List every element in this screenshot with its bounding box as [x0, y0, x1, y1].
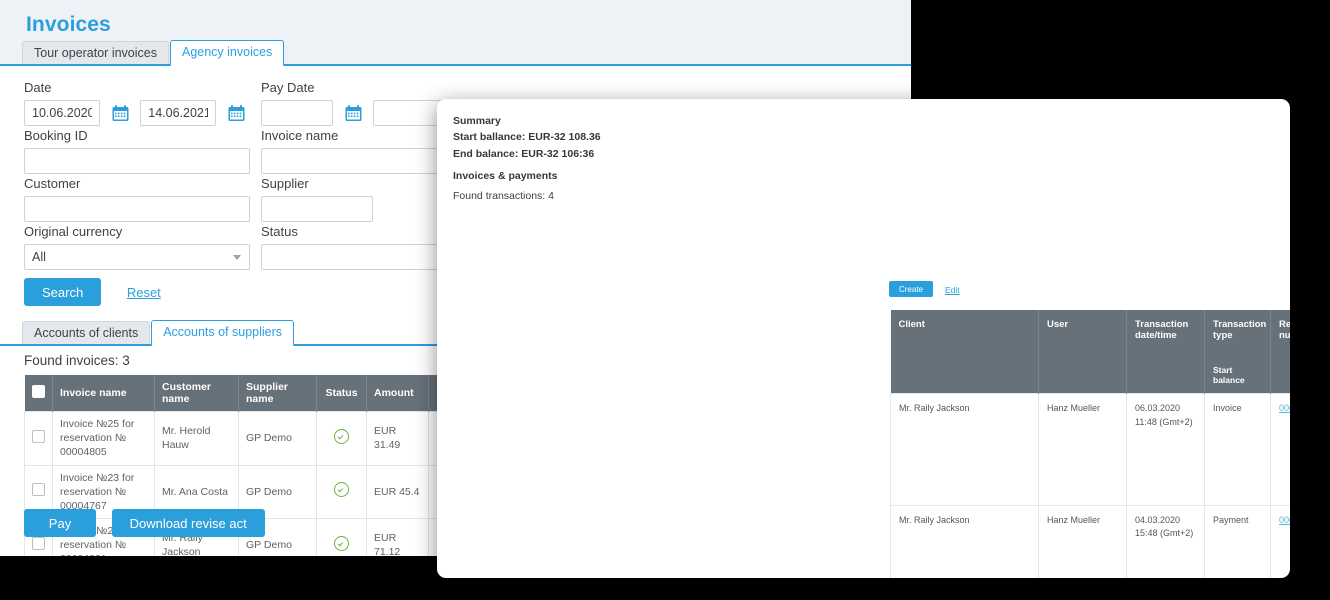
found-transactions-count: Found transactions: 4 [453, 190, 554, 203]
reset-link[interactable]: Reset [127, 285, 161, 300]
row-checkbox[interactable] [32, 483, 45, 497]
reservation-number-link[interactable]: 00004767 [1279, 515, 1290, 525]
customer-label: Customer [24, 176, 81, 191]
edit-link[interactable]: Edit [945, 285, 960, 295]
transaction-row[interactable]: Mr. Raily Jackson Hanz Mueller 04.03.2020 … [890, 504, 1290, 578]
col-subvalue: Start balance [1213, 365, 1245, 385]
status-ok-icon [334, 535, 349, 551]
row-checkbox[interactable] [32, 429, 45, 443]
cell-amount: EUR 31.49 [366, 411, 429, 466]
customer-input[interactable] [24, 196, 250, 222]
invoices-payments-title: Invoices & payments [453, 169, 558, 182]
booking-id-label: Booking ID [24, 128, 88, 143]
status-ok-icon [334, 482, 349, 498]
reservation-number-link[interactable]: 00004805 [1279, 403, 1290, 413]
chevron-down-icon [233, 255, 241, 260]
summary-title: Summary [453, 115, 501, 127]
tab-agency-invoices[interactable]: Agency invoices [169, 40, 285, 66]
pay-button[interactable]: Pay [24, 509, 96, 537]
cell-user: Hanz Mueller [1038, 393, 1127, 506]
cell-invoice-name: Invoice №25 for reservation № 00004805 [52, 411, 155, 466]
cell-amount: EUR 71.12 [366, 518, 429, 556]
col-customer-name: Customer name [154, 375, 239, 412]
transactions-header-row: Client User Transaction date/time Transacti… [890, 310, 1290, 394]
original-currency-select[interactable]: All [24, 244, 250, 270]
col-invoice-name: Invoice name [52, 375, 155, 412]
pay-date-from-input[interactable] [261, 100, 333, 126]
cell-supplier-name: GP Demo [238, 411, 317, 466]
tab-accounts-of-suppliers[interactable]: Accounts of suppliers [151, 320, 295, 346]
top-tab-bar: Tour operator invoices Agency invoices [22, 40, 892, 66]
col-amount: Amount [366, 375, 429, 412]
select-all-header[interactable] [24, 375, 53, 412]
cell-status [316, 518, 367, 556]
page-title: Invoices [26, 13, 111, 36]
cell-user: Hanz Mueller [1038, 504, 1127, 578]
select-all-checkbox[interactable] [31, 385, 45, 398]
cell-reservation-number: 00004767 [1270, 504, 1290, 578]
booking-id-input[interactable] [24, 148, 250, 174]
col-reservation-number: Reservation number [1270, 310, 1290, 394]
date-to-input[interactable] [140, 100, 217, 126]
cell-datetime: 06.03.2020 11:48 (Gmt+2) [1126, 393, 1205, 506]
cell-transaction-type: Invoice [1204, 393, 1271, 506]
supplier-input[interactable] [261, 196, 373, 222]
col-client: Client [890, 310, 1039, 394]
date-from-input[interactable] [24, 100, 100, 126]
download-revise-act-button[interactable]: Download revise act [111, 509, 265, 537]
calendar-icon-2[interactable] [228, 104, 245, 122]
cell-transaction-type: Payment [1204, 504, 1271, 578]
end-balance: End balance: EUR-32 106:36 [453, 147, 595, 160]
col-transaction-date-time: Transaction date/time [1126, 310, 1205, 394]
date-label: Date [24, 80, 52, 95]
original-currency-value: All [32, 250, 46, 264]
transactions-overlay-panel: Summary Start ballance: EUR-32 108.36 En… [437, 99, 1290, 578]
col-status: Status [316, 375, 367, 412]
row-select-cell[interactable] [24, 411, 53, 466]
transactions-table: Client User Transaction date/time Transacti… [890, 310, 1290, 578]
col-user: User [1038, 310, 1127, 394]
start-balance: Start ballance: EUR-32 108.36 [453, 131, 601, 144]
tab-tour-operator-invoices[interactable]: Tour operator invoices [22, 41, 169, 66]
cell-client: Mr. Raily Jackson [890, 504, 1039, 578]
summary-block: Summary Start ballance: EUR-32 108.36 En… [453, 113, 601, 204]
transaction-row[interactable]: Mr. Raily Jackson Hanz Mueller 06.03.2020 … [890, 393, 1290, 506]
action-buttons: Pay Download revise act [24, 509, 265, 537]
cell-client: Mr. Raily Jackson [890, 393, 1039, 506]
found-invoices-count: Found invoices: 3 [24, 353, 130, 368]
cell-datetime: 04.03.2020 15:48 (Gmt+2) [1126, 504, 1205, 578]
search-button[interactable]: Search [24, 278, 102, 306]
cell-amount: EUR 45.4 [366, 464, 429, 520]
col-supplier-name: Supplier name [238, 375, 317, 412]
calendar-icon-3[interactable] [345, 104, 362, 122]
cell-customer-name: Mr. Herold Hauw [154, 411, 239, 466]
create-button[interactable]: Create [889, 281, 933, 297]
tab-underline [0, 64, 911, 66]
cell-status [316, 464, 367, 520]
pay-date-label: Pay Date [261, 80, 315, 95]
status-ok-icon [334, 428, 349, 444]
row-checkbox[interactable] [32, 536, 45, 550]
supplier-label: Supplier [261, 176, 309, 191]
tab-accounts-of-clients[interactable]: Accounts of clients [22, 321, 151, 346]
cell-reservation-number: 00004805 [1270, 393, 1290, 506]
original-currency-label: Original currency [24, 224, 123, 239]
cell-status [316, 411, 367, 466]
col-transaction-type: Transaction type Start balance [1204, 310, 1271, 394]
calendar-icon[interactable] [112, 104, 129, 122]
